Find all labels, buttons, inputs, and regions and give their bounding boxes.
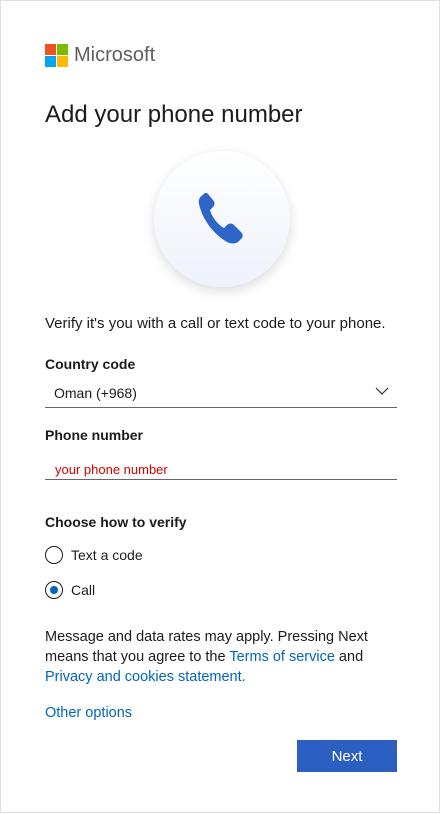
legal-text-middle: and	[334, 649, 364, 665]
other-options-link[interactable]: Other options	[45, 705, 132, 721]
next-button[interactable]: Next	[297, 740, 397, 772]
signin-card: Microsoft Add your phone number Verify i…	[0, 0, 440, 813]
brand-name: Microsoft	[74, 44, 156, 66]
terms-of-service-link[interactable]: Terms of service	[229, 649, 335, 665]
country-code-select[interactable]: Oman (+968)	[45, 379, 397, 408]
phone-number-input[interactable]	[45, 459, 397, 480]
radio-button-call[interactable]	[45, 581, 63, 599]
radio-label-text: Text a code	[71, 547, 143, 563]
phone-icon	[198, 192, 243, 244]
phone-illustration	[154, 151, 290, 287]
country-code-label: Country code	[45, 356, 136, 372]
chevron-down-icon	[375, 387, 389, 395]
country-code-value: Oman (+968)	[54, 385, 137, 401]
legal-notice: Message and data rates may apply. Pressi…	[45, 627, 397, 687]
page-title: Add your phone number	[45, 101, 303, 128]
radio-text-a-code[interactable]: Text a code	[45, 546, 143, 564]
radio-label-call: Call	[71, 582, 96, 598]
intro-text: Verify it's you with a call or text code…	[45, 315, 386, 332]
privacy-statement-link[interactable]: Privacy and cookies statement.	[45, 669, 246, 685]
radio-call[interactable]: Call	[45, 581, 95, 599]
phone-number-label: Phone number	[45, 427, 144, 443]
radio-button-text[interactable]	[45, 546, 63, 564]
microsoft-logo-icon	[45, 44, 68, 67]
verify-method-label: Choose how to verify	[45, 514, 187, 530]
microsoft-logo: Microsoft	[45, 44, 155, 67]
